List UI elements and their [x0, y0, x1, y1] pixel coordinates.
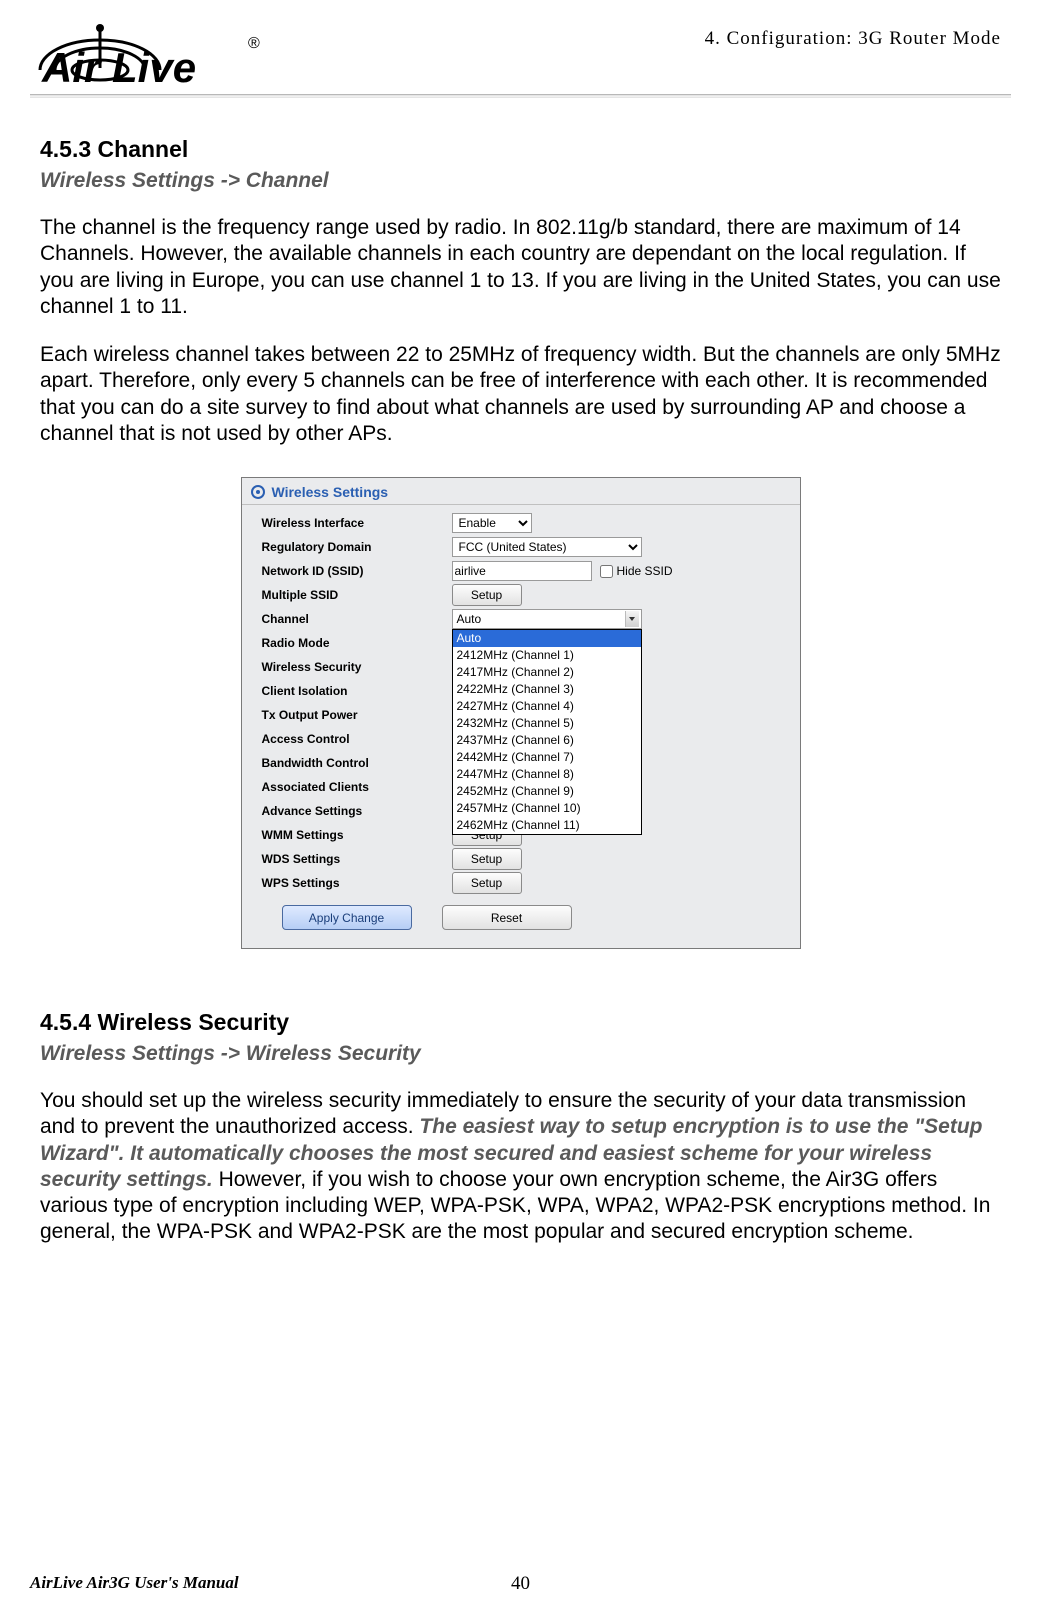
- apply-change-button[interactable]: Apply Change: [282, 905, 412, 930]
- hide-ssid-label[interactable]: Hide SSID: [600, 564, 673, 578]
- channel-option[interactable]: 2432MHz (Channel 5): [453, 715, 641, 732]
- label-access-control: Access Control: [262, 732, 452, 746]
- channel-option[interactable]: 2447MHz (Channel 8): [453, 766, 641, 783]
- channel-select-value: Auto: [457, 612, 482, 626]
- hide-ssid-text: Hide SSID: [617, 564, 673, 578]
- label-wmm-settings: WMM Settings: [262, 828, 452, 842]
- hide-ssid-checkbox[interactable]: [600, 565, 613, 578]
- label-network-id: Network ID (SSID): [262, 564, 452, 578]
- channel-option[interactable]: 2437MHz (Channel 6): [453, 732, 641, 749]
- label-wireless-security: Wireless Security: [262, 660, 452, 674]
- chevron-down-icon: [625, 611, 639, 627]
- label-wds-settings: WDS Settings: [262, 852, 452, 866]
- channel-option[interactable]: 2457MHz (Channel 10): [453, 800, 641, 817]
- multiple-ssid-setup-button[interactable]: Setup: [452, 584, 522, 606]
- channel-option[interactable]: 2462MHz (Channel 11): [453, 817, 641, 834]
- label-associated-clients: Associated Clients: [262, 780, 452, 794]
- channel-option[interactable]: 2422MHz (Channel 3): [453, 681, 641, 698]
- label-tx-output-power: Tx Output Power: [262, 708, 452, 722]
- paragraph: You should set up the wireless security …: [40, 1088, 1001, 1246]
- reset-button[interactable]: Reset: [442, 905, 572, 930]
- channel-select[interactable]: Auto: [452, 609, 642, 629]
- label-wireless-interface: Wireless Interface: [262, 516, 452, 530]
- chapter-label: 4. Configuration: 3G Router Mode: [705, 20, 1011, 50]
- page-number: 40: [511, 1573, 530, 1595]
- label-regulatory-domain: Regulatory Domain: [262, 540, 452, 554]
- brand-logo: Air Live ®: [30, 20, 340, 90]
- label-radio-mode: Radio Mode: [262, 636, 452, 650]
- regulatory-domain-select[interactable]: FCC (United States): [452, 537, 642, 557]
- channel-option[interactable]: Auto: [453, 630, 641, 647]
- label-bandwidth-control: Bandwidth Control: [262, 756, 452, 770]
- paragraph: The channel is the frequency range used …: [40, 215, 1001, 320]
- paragraph: Each wireless channel takes between 22 t…: [40, 342, 1001, 447]
- channel-listbox[interactable]: Auto 2412MHz (Channel 1) 2417MHz (Channe…: [452, 629, 642, 835]
- label-wps-settings: WPS Settings: [262, 876, 452, 890]
- breadcrumb-wireless-security: Wireless Settings -> Wireless Security: [40, 1042, 1001, 1066]
- label-multiple-ssid: Multiple SSID: [262, 588, 452, 602]
- ssid-input[interactable]: [452, 561, 592, 581]
- section-heading-wireless-security: 4.5.4 Wireless Security: [40, 1009, 1001, 1036]
- breadcrumb-channel: Wireless Settings -> Channel: [40, 169, 1001, 193]
- panel-title: Wireless Settings: [272, 484, 389, 500]
- label-advance-settings: Advance Settings: [262, 804, 452, 818]
- label-client-isolation: Client Isolation: [262, 684, 452, 698]
- channel-option[interactable]: 2452MHz (Channel 9): [453, 783, 641, 800]
- wireless-interface-select[interactable]: Enable: [452, 513, 532, 533]
- channel-option[interactable]: 2412MHz (Channel 1): [453, 647, 641, 664]
- svg-text:®: ®: [248, 35, 260, 52]
- channel-option[interactable]: 2417MHz (Channel 2): [453, 664, 641, 681]
- wds-setup-button[interactable]: Setup: [452, 848, 522, 870]
- section-heading-channel: 4.5.3 Channel: [40, 136, 1001, 163]
- svg-text:Air Live: Air Live: [41, 44, 196, 90]
- wps-setup-button[interactable]: Setup: [452, 872, 522, 894]
- gear-icon: [250, 484, 266, 500]
- channel-option[interactable]: 2427MHz (Channel 4): [453, 698, 641, 715]
- footer-manual-title: AirLive Air3G User's Manual: [30, 1573, 239, 1593]
- label-channel: Channel: [262, 612, 452, 626]
- channel-option[interactable]: 2442MHz (Channel 7): [453, 749, 641, 766]
- wireless-settings-panel: Wireless Settings Wireless Interface Ena…: [241, 477, 801, 949]
